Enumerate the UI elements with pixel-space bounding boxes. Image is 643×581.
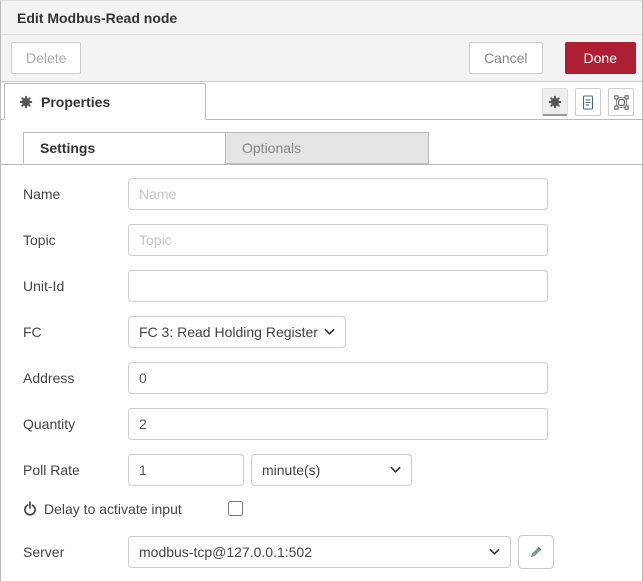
edit-node-dialog: Edit Modbus-Read node Delete Cancel Done <box>0 0 643 581</box>
dialog-title: Edit Modbus-Read node <box>17 10 177 26</box>
gear-icon <box>548 95 562 109</box>
topic-row: Topic <box>23 224 642 256</box>
poll-rate-label: Poll Rate <box>23 462 128 478</box>
delay-row: Delay to activate input <box>23 500 642 517</box>
done-button[interactable]: Done <box>565 42 636 74</box>
appearance-button[interactable] <box>608 88 634 116</box>
unit-id-row: Unit-Id <box>23 270 642 302</box>
server-select[interactable]: modbus-tcp@127.0.0.1:502 <box>128 536 511 568</box>
name-input[interactable] <box>128 178 548 210</box>
poll-rate-unit-select[interactable]: minute(s) <box>251 454 412 486</box>
topic-label: Topic <box>23 232 128 248</box>
appearance-icon <box>614 95 629 110</box>
address-input[interactable] <box>128 362 548 394</box>
address-row: Address <box>23 362 642 394</box>
chevron-down-icon <box>390 466 401 474</box>
tab-settings[interactable]: Settings <box>23 132 226 164</box>
chevron-down-icon <box>324 328 335 336</box>
tab-optionals-label: Optionals <box>242 140 301 156</box>
settings-tab-bar: Settings Optionals <box>1 132 642 165</box>
tab-optionals[interactable]: Optionals <box>226 132 429 164</box>
description-button[interactable] <box>575 88 601 116</box>
properties-gear-button[interactable] <box>542 88 568 116</box>
server-row: Server modbus-tcp@127.0.0.1:502 <box>23 536 642 568</box>
settings-form: Name Topic Unit-Id FC FC 3: Read Holding… <box>1 165 642 568</box>
unit-id-input[interactable] <box>128 270 548 302</box>
poll-rate-unit-value: minute(s) <box>262 462 384 478</box>
address-label: Address <box>23 370 128 386</box>
tab-properties[interactable]: Properties <box>4 83 206 120</box>
chevron-down-icon <box>489 548 500 556</box>
name-label: Name <box>23 186 128 202</box>
power-icon <box>23 501 37 516</box>
delay-label: Delay to activate input <box>44 501 182 517</box>
quantity-label: Quantity <box>23 416 128 432</box>
document-icon <box>581 95 595 110</box>
dialog-toolbar: Delete Cancel Done <box>1 35 642 82</box>
dialog-header: Edit Modbus-Read node <box>1 1 642 35</box>
fc-label: FC <box>23 324 128 340</box>
edit-server-button[interactable] <box>518 535 554 569</box>
quantity-row: Quantity <box>23 408 642 440</box>
gear-icon <box>19 95 33 109</box>
unit-id-label: Unit-Id <box>23 278 128 294</box>
quantity-input[interactable] <box>128 408 548 440</box>
delay-checkbox[interactable] <box>228 501 243 516</box>
pencil-icon <box>529 545 543 559</box>
dialog-content: Settings Optionals Name Topic Unit-Id FC <box>1 120 642 568</box>
topic-input[interactable] <box>128 224 548 256</box>
delete-button[interactable]: Delete <box>11 42 81 74</box>
editor-tab-bar: Properties <box>1 82 642 120</box>
fc-row: FC FC 3: Read Holding Registers <box>23 316 642 348</box>
tab-properties-label: Properties <box>41 94 110 110</box>
cancel-button[interactable]: Cancel <box>469 42 543 74</box>
editor-tab-icons <box>542 88 634 116</box>
poll-rate-row: Poll Rate minute(s) <box>23 454 642 486</box>
poll-rate-input[interactable] <box>128 454 244 486</box>
server-label: Server <box>23 544 128 560</box>
name-row: Name <box>23 178 642 210</box>
tab-settings-label: Settings <box>40 140 95 156</box>
fc-select[interactable]: FC 3: Read Holding Registers <box>128 316 346 348</box>
server-select-value: modbus-tcp@127.0.0.1:502 <box>139 544 483 560</box>
fc-select-value: FC 3: Read Holding Registers <box>139 324 318 340</box>
